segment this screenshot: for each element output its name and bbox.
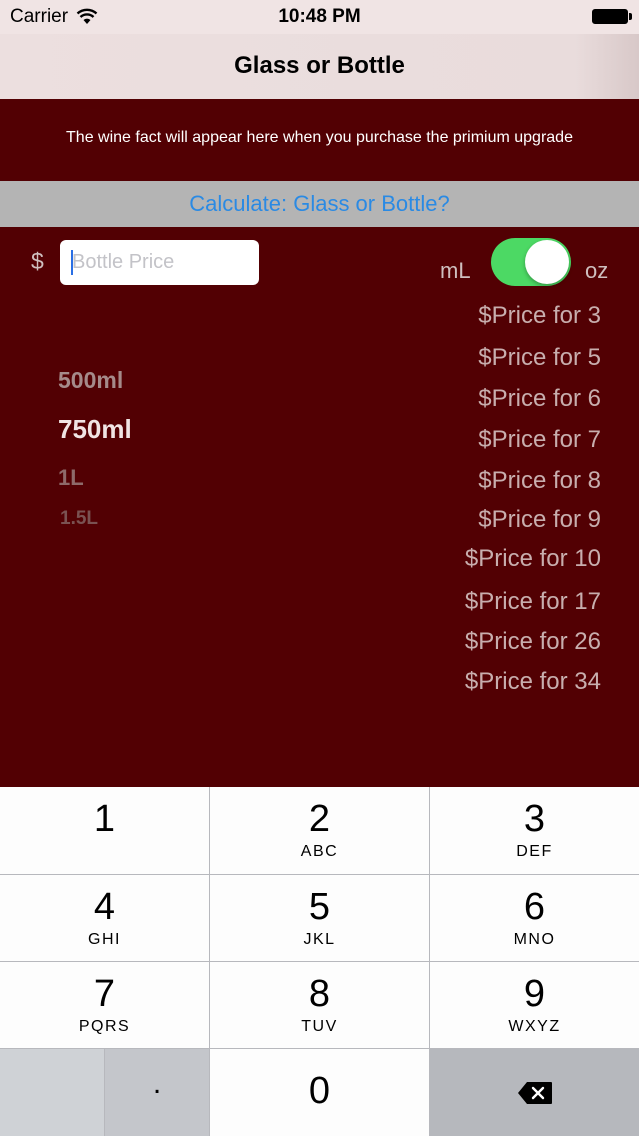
price-label: $Price for 8 <box>478 467 601 494</box>
price-label: $Price for 7 <box>478 426 601 453</box>
key-digit: 6 <box>523 886 546 928</box>
picker-option[interactable]: 1.5L <box>60 508 98 530</box>
picker-option-selected[interactable]: 750ml <box>58 414 132 445</box>
price-label: $Price for 26 <box>464 628 601 655</box>
key-digit: 9 <box>523 973 546 1015</box>
backspace-icon <box>518 1082 552 1104</box>
key-letters: ABC <box>300 843 339 860</box>
key-0[interactable]: 0 <box>210 1049 429 1136</box>
key-letters: DEF <box>516 843 553 860</box>
key-digit: 1 <box>93 798 116 840</box>
numeric-keyboard: 1 2 ABC 3 DEF 4 GHI 5 JKL 6 MNO 7 PQRS 8… <box>0 787 639 1136</box>
key-letters: MNO <box>513 931 556 948</box>
key-letters: TUV <box>301 1018 338 1035</box>
key-digit: 8 <box>308 973 331 1015</box>
page-title: Glass or Bottle <box>234 52 405 79</box>
key-7[interactable]: 7 PQRS <box>0 962 209 1048</box>
key-letters: PQRS <box>78 1018 131 1035</box>
price-label: $Price for 6 <box>478 385 601 412</box>
picker-option[interactable]: 500ml <box>58 367 123 394</box>
price-label: $Price for 3 <box>478 302 601 329</box>
key-8[interactable]: 8 TUV <box>210 962 429 1048</box>
key-blank <box>0 1049 104 1136</box>
key-4[interactable]: 4 GHI <box>0 875 209 961</box>
key-digit: 3 <box>523 798 546 840</box>
unit-label-ml: mL <box>440 258 471 283</box>
text-cursor <box>71 250 73 275</box>
key-5[interactable]: 5 JKL <box>210 875 429 961</box>
calculate-button-label: Calculate: Glass or Bottle? <box>189 191 450 216</box>
calculate-button[interactable]: Calculate: Glass or Bottle? <box>0 181 639 227</box>
price-label: $Price for 10 <box>464 545 601 572</box>
key-6[interactable]: 6 MNO <box>430 875 639 961</box>
key-letters: GHI <box>88 931 121 948</box>
navigation-bar: Glass or Bottle <box>0 34 639 99</box>
key-3[interactable]: 3 DEF <box>430 787 639 874</box>
bottle-price-input[interactable] <box>60 240 259 285</box>
unit-label-oz: oz <box>585 258 609 283</box>
battery-tip <box>629 13 632 20</box>
battery-icon <box>592 9 628 24</box>
price-label: $Price for 34 <box>464 668 601 695</box>
picker-option[interactable]: 1L <box>58 465 84 491</box>
price-label: $Price for 9 <box>478 506 601 533</box>
clock: 10:48 PM <box>278 6 361 27</box>
status-bar: Carrier 10:48 PM <box>0 0 639 34</box>
key-digit: 5 <box>308 886 331 928</box>
toggle-knob <box>525 240 569 284</box>
key-letters: JKL <box>303 931 336 948</box>
key-digit: 2 <box>308 798 331 840</box>
key-digit: 4 <box>93 886 116 928</box>
backspace-key[interactable] <box>430 1049 639 1136</box>
price-label: $Price for 5 <box>478 344 601 371</box>
key-2[interactable]: 2 ABC <box>210 787 429 874</box>
wine-fact-panel: The wine fact will appear here when you … <box>0 99 639 181</box>
key-letters: WXYZ <box>508 1018 561 1035</box>
unit-toggle-switch[interactable] <box>491 238 571 286</box>
currency-symbol: $ <box>31 248 44 274</box>
key-digit: 0 <box>308 1070 331 1112</box>
wine-fact-text: The wine fact will appear here when you … <box>66 129 573 146</box>
key-1[interactable]: 1 <box>0 787 209 874</box>
key-digit: 7 <box>93 973 116 1015</box>
key-9[interactable]: 9 WXYZ <box>430 962 639 1048</box>
key-decimal-point[interactable]: . <box>105 1049 209 1136</box>
price-label: $Price for 17 <box>464 588 601 615</box>
